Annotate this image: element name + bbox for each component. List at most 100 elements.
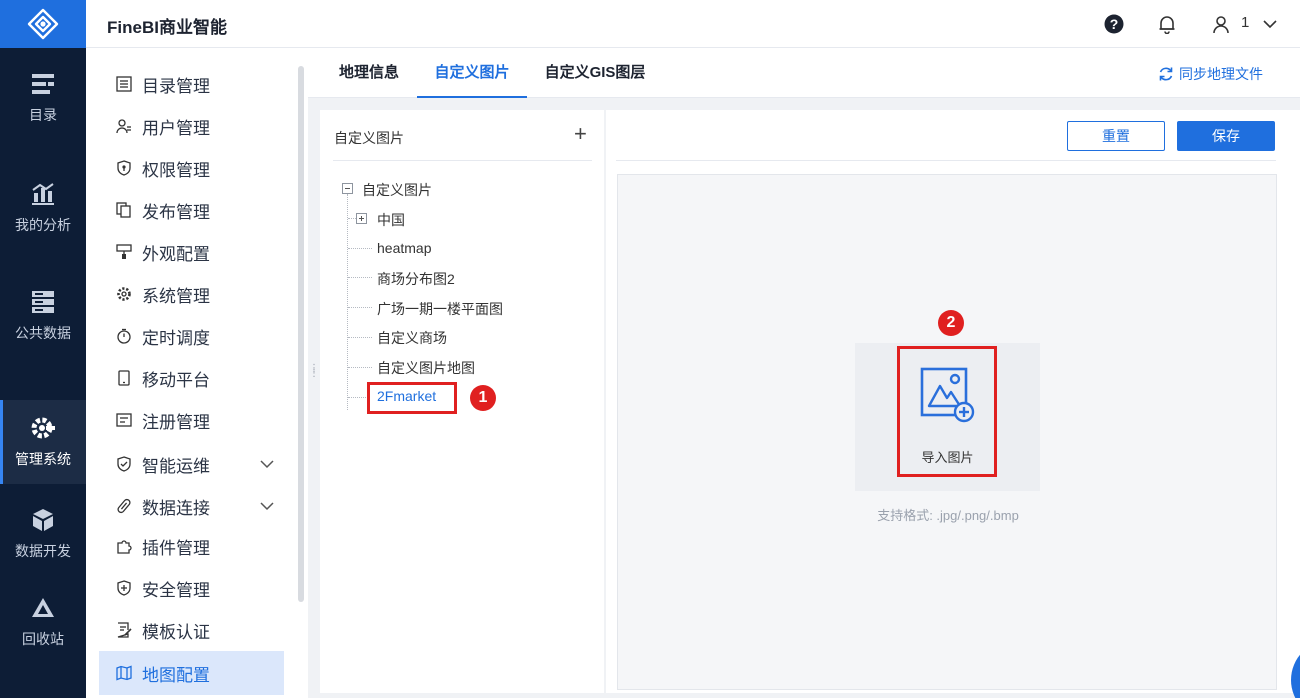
phone-icon [115, 369, 133, 387]
user-name[interactable]: 1 [1241, 14, 1249, 31]
menu-item-label: 定时调度 [142, 328, 210, 348]
sync-label: 同步地理文件 [1179, 66, 1263, 82]
refresh-icon [1159, 67, 1173, 81]
tree-node[interactable]: heatmap [377, 240, 431, 256]
brush-icon [115, 243, 133, 261]
tab-custom-gis[interactable]: 自定义GIS图层 [536, 48, 654, 98]
menu-item-label: 插件管理 [142, 538, 210, 558]
menu-scrollbar[interactable] [298, 66, 304, 602]
sync-geo-files-link[interactable]: 同步地理文件 [1158, 64, 1263, 84]
menu-item-label: 模板认证 [142, 622, 210, 642]
rail-item-public-data[interactable]: 公共数据 [0, 274, 86, 358]
analysis-icon [32, 183, 54, 205]
rail-label: 回收站 [22, 631, 64, 647]
menu-item-label: 权限管理 [142, 160, 210, 180]
copy-icon [115, 201, 133, 219]
rail-label: 管理系统 [15, 451, 71, 467]
tree-guide [347, 194, 348, 410]
collapse-icon[interactable] [342, 183, 353, 194]
tree-heading: 自定义图片 [334, 130, 404, 146]
image-content-panel: 重置 保存 2 导入图片 支持格式: .jpg/.png/.bmp [606, 110, 1300, 693]
certificate-icon [115, 621, 133, 639]
highlight-box-2 [897, 346, 997, 477]
rail-item-recycle-bin[interactable]: 回收站 [0, 580, 86, 664]
menu-item-label: 数据连接 [142, 498, 210, 518]
tree-node-root[interactable]: 自定义图片 [362, 180, 432, 200]
menu-item-label: 用户管理 [142, 118, 210, 138]
add-image-icon[interactable]: + [574, 123, 587, 145]
step-badge-2: 2 [938, 310, 964, 336]
divider [333, 160, 592, 161]
help-icon[interactable]: ? [1102, 12, 1126, 36]
logo-icon [27, 8, 59, 40]
tree-guide [348, 218, 356, 219]
admin-menu: 目录管理 用户管理 权限管理 发布管理 外观配置 系统管理 定时调度 移动平台 … [86, 48, 308, 698]
menu-item-permission-mgmt[interactable]: 权限管理 [99, 147, 284, 189]
tree-node-china[interactable]: 中国 [377, 210, 405, 230]
tree-node[interactable]: 商场分布图2 [377, 269, 455, 289]
resize-grip-icon[interactable]: ⋮ ⋮ [309, 364, 319, 379]
expand-icon[interactable] [356, 213, 367, 224]
tree-guide [348, 307, 372, 308]
bell-icon[interactable] [1155, 12, 1179, 36]
chevron-down-icon[interactable] [259, 498, 275, 514]
tree-guide [348, 397, 368, 398]
menu-item-label: 智能运维 [142, 456, 210, 476]
menu-item-security[interactable]: 安全管理 [99, 567, 284, 609]
list-icon [115, 75, 133, 93]
app-title: FineBI商业智能 [107, 18, 227, 37]
shield-icon [115, 159, 133, 177]
tree-guide [348, 337, 372, 338]
save-button[interactable]: 保存 [1177, 121, 1275, 151]
tab-custom-image[interactable]: 自定义图片 [417, 48, 527, 98]
ops-icon [115, 455, 133, 473]
gear-icon [31, 417, 55, 439]
app-logo[interactable] [0, 0, 86, 48]
menu-item-label: 地图配置 [142, 665, 210, 685]
rail-item-catalog[interactable]: 目录 [0, 56, 86, 140]
menu-item-template-cert[interactable]: 模板认证 [99, 609, 284, 651]
menu-item-label: 安全管理 [142, 580, 210, 600]
image-canvas: 2 导入图片 支持格式: .jpg/.png/.bmp [617, 174, 1277, 690]
user-icon[interactable] [1209, 12, 1233, 36]
rail-label: 数据开发 [15, 543, 71, 559]
tree-node[interactable]: 自定义商场 [377, 328, 447, 348]
tree-guide [348, 367, 372, 368]
menu-item-label: 移动平台 [142, 370, 210, 390]
svg-text:?: ? [1110, 16, 1119, 32]
map-icon [115, 664, 133, 682]
puzzle-icon [115, 537, 133, 555]
chevron-down-icon[interactable] [1258, 12, 1282, 36]
menu-item-label: 发布管理 [142, 202, 210, 222]
menu-item-appearance[interactable]: 外观配置 [99, 231, 284, 273]
chevron-down-icon[interactable] [259, 456, 275, 472]
tree-node[interactable]: 自定义图片地图 [377, 358, 475, 378]
menu-item-mobile[interactable]: 移动平台 [99, 357, 284, 399]
tree-guide [348, 277, 372, 278]
menu-item-scheduling[interactable]: 定时调度 [99, 315, 284, 357]
menu-item-system-mgmt[interactable]: 系统管理 [99, 273, 284, 315]
menu-item-smart-ops[interactable]: 智能运维 [99, 443, 284, 485]
tab-bar: 地理信息 自定义图片 自定义GIS图层 同步地理文件 [308, 48, 1300, 98]
menu-item-registration[interactable]: 注册管理 [99, 399, 284, 441]
supported-formats-text: 支持格式: .jpg/.png/.bmp [877, 508, 1019, 523]
left-rail: 目录 我的分析 公共数据 管理系统 数据开发 回收站 [0, 0, 86, 698]
rail-label: 我的分析 [15, 217, 71, 233]
reset-button[interactable]: 重置 [1067, 121, 1165, 151]
tree-node[interactable]: 广场一期一楼平面图 [377, 299, 503, 319]
rail-item-my-analysis[interactable]: 我的分析 [0, 166, 86, 250]
menu-item-plugins[interactable]: 插件管理 [99, 525, 284, 567]
user-manage-icon [115, 117, 133, 135]
rail-item-data-dev[interactable]: 数据开发 [0, 492, 86, 576]
menu-item-user-mgmt[interactable]: 用户管理 [99, 105, 284, 147]
menu-item-publish-mgmt[interactable]: 发布管理 [99, 189, 284, 231]
security-shield-icon [115, 579, 133, 597]
tab-geo-info[interactable]: 地理信息 [328, 48, 410, 98]
step-badge-1: 1 [470, 385, 496, 411]
rail-item-admin-system[interactable]: 管理系统 [0, 400, 86, 484]
divider [616, 160, 1276, 161]
menu-item-data-connection[interactable]: 数据连接 [99, 485, 284, 527]
menu-item-label: 系统管理 [142, 286, 210, 306]
menu-item-map-config[interactable]: 地图配置 [99, 651, 284, 695]
menu-item-catalog-mgmt[interactable]: 目录管理 [99, 63, 284, 105]
